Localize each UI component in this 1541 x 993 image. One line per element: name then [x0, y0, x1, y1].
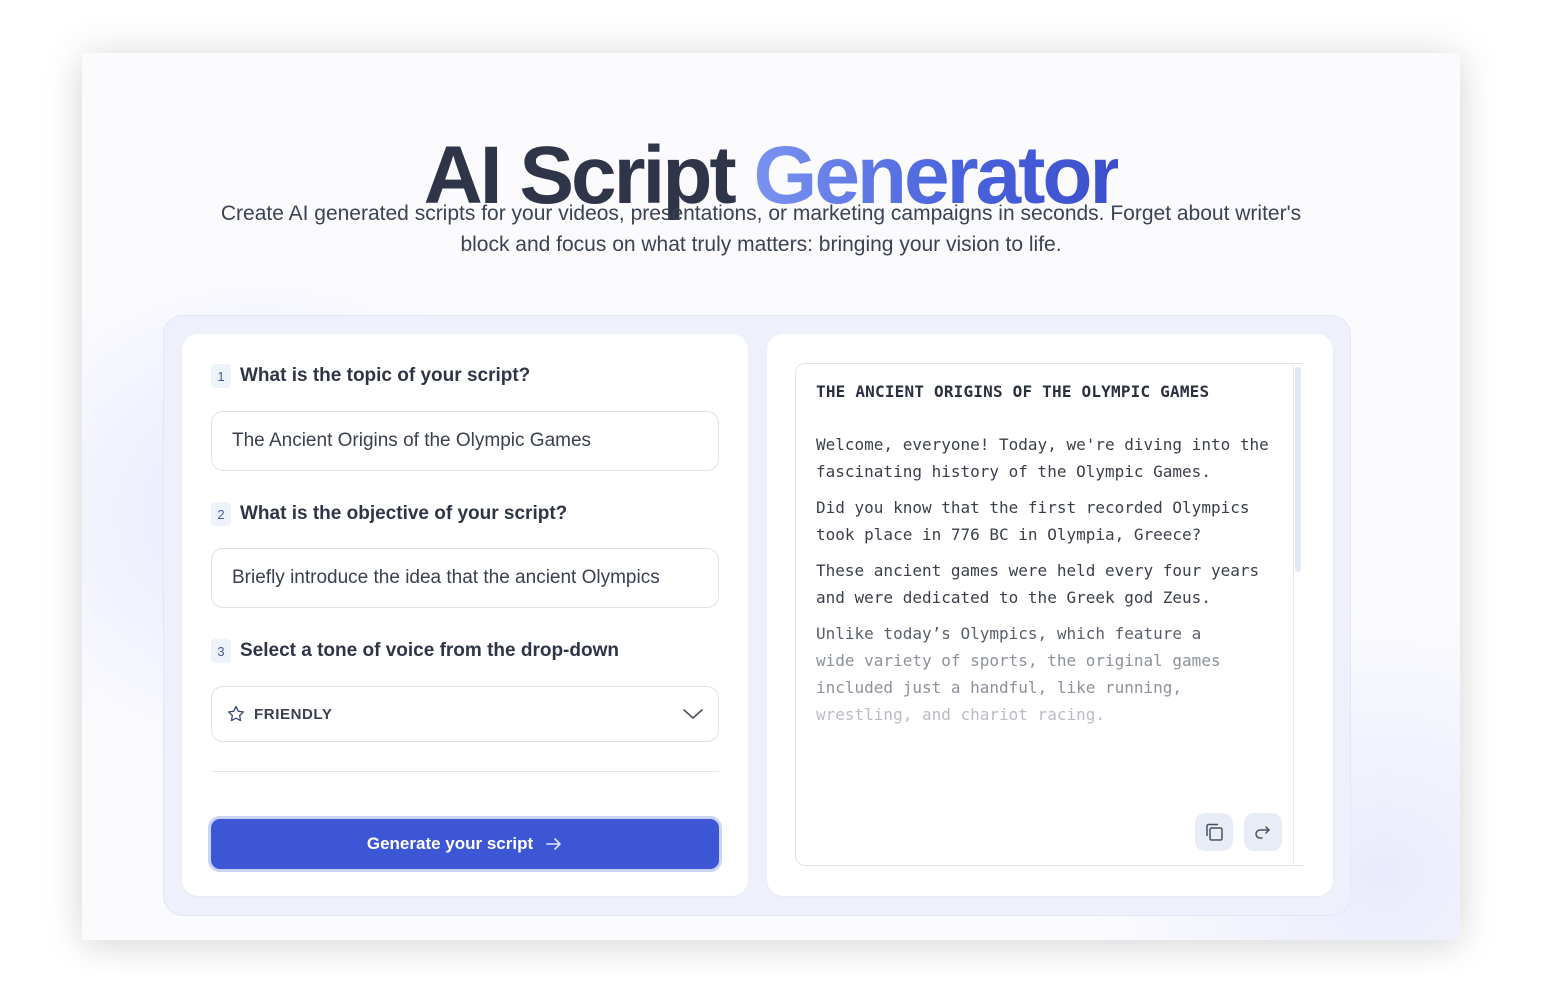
script-paragraph-fading: Unlike today’s Olympics, which feature a… — [816, 620, 1286, 728]
script-line: wide variety of sports, the original gam… — [816, 651, 1221, 670]
script-output-panel: THE ANCIENT ORIGINS OF THE OLYMPIC GAMES… — [767, 334, 1333, 896]
form-divider — [211, 771, 719, 772]
script-paragraph: Welcome, everyone! Today, we're diving i… — [816, 435, 1269, 481]
topic-input[interactable]: The Ancient Origins of the Olympic Games — [211, 411, 719, 471]
tone-selected-label: FRIENDLY — [254, 705, 333, 723]
step-number-badge: 3 — [211, 639, 231, 663]
step-label: What is the objective of your script? — [240, 503, 568, 524]
script-scrollbar[interactable] — [1293, 363, 1303, 866]
step-number-badge: 2 — [211, 502, 231, 526]
page-frame: AI Script Generator Create AI generated … — [82, 53, 1460, 940]
tone-select[interactable]: FRIENDLY — [211, 686, 719, 742]
chevron-down-icon — [682, 707, 704, 721]
step-1-heading: 1 What is the topic of your script? — [211, 364, 530, 388]
page-subtitle: Create AI generated scripts for your vid… — [220, 202, 1302, 256]
star-icon — [226, 704, 246, 724]
step-number-badge: 1 — [211, 364, 231, 388]
share-icon — [1253, 823, 1273, 841]
copy-button[interactable] — [1195, 813, 1233, 851]
copy-icon — [1203, 821, 1225, 843]
generate-script-button[interactable]: Generate your script — [211, 819, 719, 869]
script-output-box: THE ANCIENT ORIGINS OF THE OLYMPIC GAMES… — [795, 363, 1303, 866]
script-paragraph: These ancient games were held every four… — [816, 561, 1260, 607]
script-title: THE ANCIENT ORIGINS OF THE OLYMPIC GAMES — [816, 382, 1210, 401]
script-line: wrestling, and chariot racing. — [816, 705, 1105, 724]
objective-input[interactable]: Briefly introduce the idea that the anci… — [211, 548, 719, 608]
tone-select-value: FRIENDLY — [226, 704, 332, 724]
generator-card: 1 What is the topic of your script? The … — [163, 315, 1351, 916]
step-label: Select a tone of voice from the drop-dow… — [240, 640, 619, 661]
script-line: included just a handful, like running, — [816, 678, 1183, 697]
script-paragraph: Did you know that the first recorded Oly… — [816, 498, 1250, 544]
step-3-heading: 3 Select a tone of voice from the drop-d… — [211, 639, 619, 663]
step-2-heading: 2 What is the objective of your script? — [211, 502, 567, 526]
scrollbar-thumb[interactable] — [1295, 367, 1301, 572]
arrow-right-icon — [545, 837, 563, 851]
generate-button-label: Generate your script — [366, 834, 534, 853]
script-line: Unlike today’s Olympics, which feature a — [816, 624, 1202, 643]
script-text: THE ANCIENT ORIGINS OF THE OLYMPIC GAMES… — [816, 378, 1286, 728]
share-button[interactable] — [1244, 813, 1282, 851]
script-form-panel: 1 What is the topic of your script? The … — [182, 334, 748, 896]
step-label: What is the topic of your script? — [240, 365, 531, 386]
